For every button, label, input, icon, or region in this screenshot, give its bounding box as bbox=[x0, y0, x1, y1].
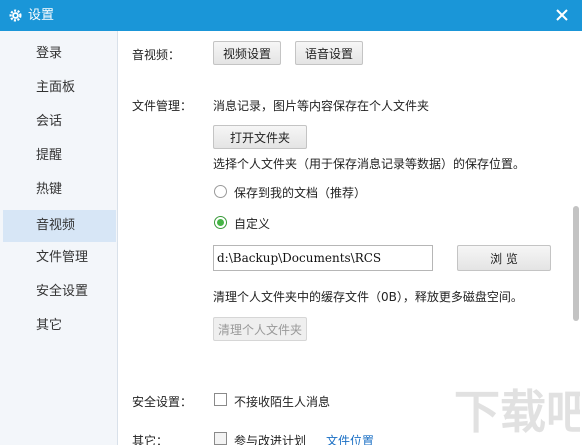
custom-location-label: 自定义 bbox=[234, 217, 271, 231]
other-label: 其它： bbox=[132, 434, 169, 445]
join-program-label: 参与改进计划 bbox=[234, 434, 307, 445]
block-strangers-checkbox[interactable] bbox=[214, 393, 227, 406]
sidebar: 登录 主面板 会话 提醒 热键 音视频 文件管理 安全设置 其它 bbox=[0, 31, 118, 445]
audio-video-label: 音视频： bbox=[132, 48, 181, 62]
scrollbar-thumb[interactable] bbox=[573, 206, 579, 321]
sidebar-item-audio-video[interactable]: 音视频 bbox=[3, 210, 116, 242]
sidebar-item-security[interactable]: 安全设置 bbox=[3, 276, 116, 308]
join-program-checkbox[interactable] bbox=[214, 432, 227, 445]
title-bar: 设置 bbox=[0, 0, 582, 31]
file-folder-description: 消息记录，图片等内容保存在个人文件夹 bbox=[213, 99, 430, 113]
folder-path-input[interactable] bbox=[213, 245, 433, 271]
video-settings-button[interactable]: 视频设置 bbox=[213, 41, 281, 65]
file-location-link[interactable]: 文件位置 bbox=[326, 432, 374, 445]
sidebar-item-hotkey[interactable]: 热键 bbox=[3, 174, 116, 206]
clean-folder-button[interactable]: 清理个人文件夹 bbox=[213, 317, 307, 341]
sidebar-item-session[interactable]: 会话 bbox=[3, 106, 116, 138]
block-strangers-label: 不接收陌生人消息 bbox=[234, 395, 331, 409]
save-to-documents-radio[interactable] bbox=[214, 185, 227, 198]
custom-location-radio[interactable] bbox=[214, 216, 227, 229]
audio-settings-button[interactable]: 语音设置 bbox=[295, 41, 363, 65]
gear-icon bbox=[9, 9, 22, 22]
file-management-label: 文件管理： bbox=[132, 99, 193, 113]
cache-cleanup-text: 清理个人文件夹中的缓存文件（0B），释放更多磁盘空间。 bbox=[213, 290, 523, 304]
sidebar-item-reminder[interactable]: 提醒 bbox=[3, 140, 116, 172]
choose-folder-text: 选择个人文件夹（用于保存消息记录等数据）的保存位置。 bbox=[213, 157, 526, 171]
browse-button[interactable]: 浏 览 bbox=[457, 245, 551, 271]
security-label: 安全设置： bbox=[132, 395, 193, 409]
close-icon[interactable] bbox=[554, 7, 570, 23]
save-to-documents-label: 保存到我的文档（推荐） bbox=[234, 186, 367, 200]
sidebar-item-file-management[interactable]: 文件管理 bbox=[3, 242, 116, 274]
open-folder-button[interactable]: 打开文件夹 bbox=[213, 125, 307, 149]
window-title: 设置 bbox=[28, 8, 55, 23]
sidebar-item-login[interactable]: 登录 bbox=[3, 38, 116, 70]
watermark-logo: 下载吧 bbox=[454, 385, 580, 439]
sidebar-item-main-panel[interactable]: 主面板 bbox=[3, 72, 116, 104]
sidebar-item-other[interactable]: 其它 bbox=[3, 310, 116, 342]
watermark-text: 下载吧 bbox=[454, 385, 580, 439]
